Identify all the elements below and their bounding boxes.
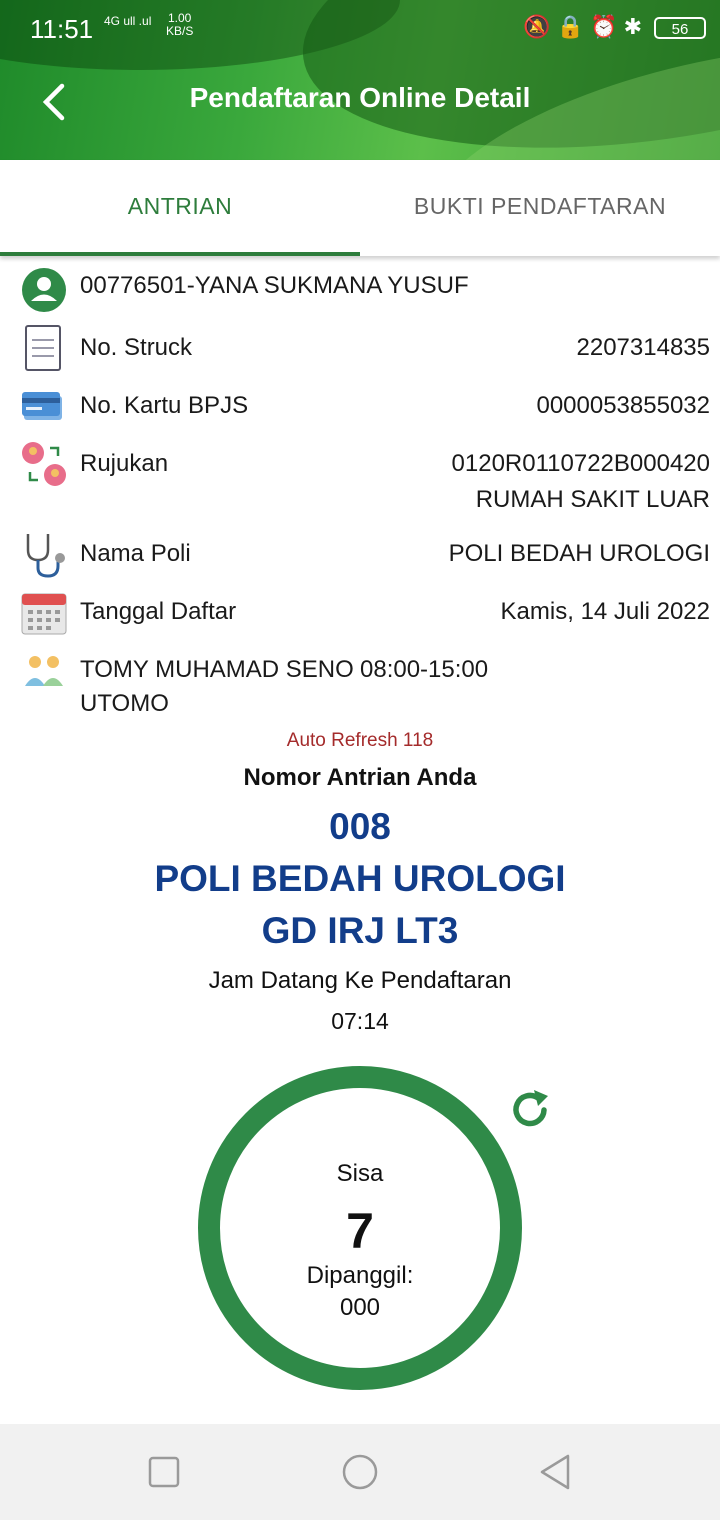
poli-value: POLI BEDAH UROLOGI [448,540,710,567]
jam-datang-value: 07:14 [331,1008,389,1034]
page-title: Pendaftaran Online Detail [189,82,531,113]
queue-poli: POLI BEDAH UROLOGI [154,858,566,899]
back-nav-icon[interactable] [532,1448,580,1496]
tanggal-row: Tanggal Daftar Kamis, 14 Juli 2022 [20,588,710,636]
system-nav-bar [0,1424,720,1520]
struck-label: No. Struck [80,334,193,361]
signal-icon: 4G ull .ul [104,14,152,28]
refresh-icon[interactable] [508,1086,554,1132]
doctor-name-line2: UTOMO [80,690,169,717]
queue-number: 008 [329,806,391,847]
tanggal-label: Tanggal Daftar [80,598,237,625]
network-speed-value: 1.00 [168,11,192,25]
rujukan-value: 0120R0110722B000420 [451,450,710,477]
tanggal-value: Kamis, 14 Juli 2022 [500,598,710,625]
struck-row: No. Struck 2207314835 [20,324,710,372]
calendar-icon [21,593,67,635]
doctor-time: 08:00-15:00 [360,656,489,683]
poli-row: Nama Poli POLI BEDAH UROLOGI [20,530,710,578]
home-icon[interactable] [336,1448,384,1496]
jam-datang-label: Jam Datang Ke Pendaftaran [208,967,512,994]
receipt-icon [25,325,61,371]
bell-off-icon: 🔕 [523,14,557,39]
doctor-icon [25,656,63,686]
user-icon [22,268,66,312]
bpjs-row: No. Kartu BPJS 0000053855032 [20,382,710,430]
app-header: 11:51 4G ull .ul 1.00 KB/S 🔕🔒⏰✱ 56 Penda… [0,0,720,160]
card-icon [22,392,62,420]
network-speed-unit: KB/S [166,24,194,38]
rujukan-row: Rujukan 0120R0110722B000420 RUMAH SAKIT … [20,440,710,520]
lock-icon: 🔒 [556,14,591,39]
rujukan-label: Rujukan [80,450,169,477]
tab-antrian[interactable]: ANTRIAN [0,160,360,256]
bpjs-value: 0000053855032 [536,392,710,419]
poli-label: Nama Poli [80,540,191,567]
patient-name: 00776501-YANA SUKMANA YUSUF [80,272,469,299]
recents-icon[interactable] [140,1448,188,1496]
tab-bukti-pendaftaran[interactable]: BUKTI PENDAFTARAN [360,160,720,256]
status-bar: 11:51 4G ull .ul 1.00 KB/S 🔕🔒⏰✱ 56 [0,0,720,56]
status-icons: 🔕🔒⏰✱ [523,14,648,40]
doctor-name-line1: TOMY MUHAMAD SENO [80,656,354,683]
rujukan-value-2: RUMAH SAKIT LUAR [475,486,710,513]
dipanggil-label: Dipanggil: [306,1262,414,1289]
queue-gedung: GD IRJ LT3 [261,910,459,951]
stethoscope-icon [26,534,65,578]
bpjs-label: No. Kartu BPJS [80,392,249,419]
doctor-row: TOMY MUHAMAD SENO 08:00-15:00 UTOMO [20,646,710,717]
struck-value: 2207314835 [576,334,710,361]
status-time: 11:51 [30,14,94,44]
battery-icon: 56 [654,17,706,39]
bluetooth-icon: ✱ [623,14,648,39]
network-speed: 1.00 KB/S [166,12,193,38]
sisa-value: 7 [346,1203,374,1259]
dipanggil-value: 000 [339,1294,381,1321]
auto-refresh-text: Auto Refresh 118 [286,730,434,751]
nomor-antrian-label: Nomor Antrian Anda [243,764,477,791]
tab-bar: ANTRIAN BUKTI PENDAFTARAN [0,160,720,256]
sisa-label: Sisa [336,1160,384,1187]
referral-icon [22,442,66,486]
alarm-icon: ⏰ [590,14,624,39]
